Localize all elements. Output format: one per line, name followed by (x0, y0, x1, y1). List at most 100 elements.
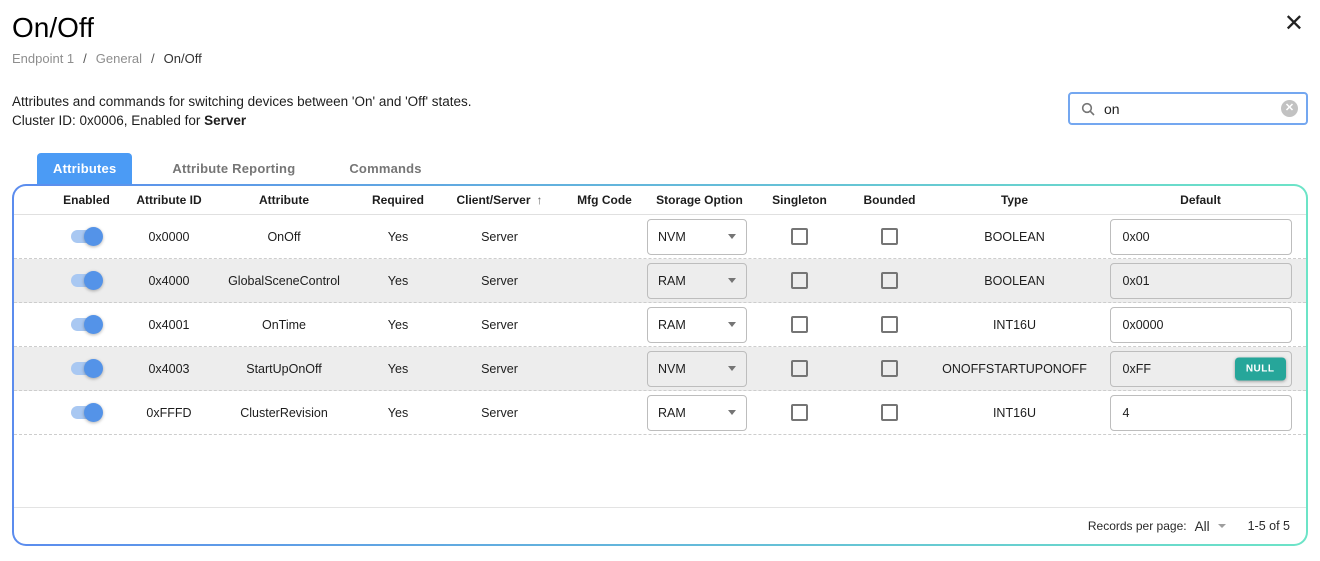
default-input[interactable]: 0xFF NULL (1110, 351, 1292, 387)
enabled-cell (44, 362, 129, 375)
storage-option-select[interactable]: NVM (647, 351, 747, 387)
tab-bar: Attributes Attribute Reporting Commands (37, 153, 436, 184)
storage-option-select[interactable]: RAM (647, 307, 747, 343)
default-input[interactable]: 0x01 (1110, 263, 1292, 299)
singleton-checkbox[interactable] (791, 360, 808, 377)
enabled-toggle[interactable] (71, 362, 97, 375)
default-input[interactable]: 0x00 (1110, 219, 1292, 255)
default-input[interactable]: 0x0000 (1110, 307, 1292, 343)
breadcrumb-current: On/Off (164, 51, 202, 66)
singleton-checkbox[interactable] (791, 272, 808, 289)
tab-attribute-reporting[interactable]: Attribute Reporting (158, 153, 309, 184)
attribute-id-cell: 0x4003 (129, 362, 209, 376)
singleton-cell (752, 316, 847, 333)
enabled-toggle[interactable] (71, 406, 97, 419)
enabled-toggle[interactable] (71, 274, 97, 287)
table-row: 0x0000 OnOff Yes Server NVM BOOLEAN 0x00 (14, 215, 1306, 259)
storage-option-value: RAM (658, 318, 686, 332)
default-cell: 0x01 (1097, 263, 1304, 299)
search-box[interactable]: ✕ (1068, 92, 1308, 125)
singleton-checkbox[interactable] (791, 228, 808, 245)
column-header-required[interactable]: Required (359, 193, 437, 207)
storage-option-value: RAM (658, 406, 686, 420)
bounded-checkbox[interactable] (881, 228, 898, 245)
singleton-cell (752, 228, 847, 245)
bounded-checkbox[interactable] (881, 316, 898, 333)
storage-option-cell: RAM (647, 307, 752, 343)
table-row: 0xFFFD ClusterRevision Yes Server RAM IN… (14, 391, 1306, 435)
default-cell: 4 (1097, 395, 1304, 431)
column-header-attribute-id[interactable]: Attribute ID (129, 193, 209, 207)
dropdown-caret-icon (728, 234, 736, 239)
attribute-id-cell: 0x4001 (129, 318, 209, 332)
column-header-singleton[interactable]: Singleton (752, 193, 847, 207)
enabled-toggle[interactable] (71, 230, 97, 243)
dropdown-caret-icon (728, 322, 736, 327)
table-body: 0x0000 OnOff Yes Server NVM BOOLEAN 0x00 (14, 215, 1306, 435)
type-cell: BOOLEAN (932, 274, 1097, 288)
breadcrumb-general[interactable]: General (96, 51, 142, 66)
bounded-cell (847, 228, 932, 245)
required-cell: Yes (359, 362, 437, 376)
attribute-id-cell: 0x0000 (129, 230, 209, 244)
attribute-name-cell: OnTime (209, 318, 359, 332)
default-input[interactable]: 4 (1110, 395, 1292, 431)
null-badge-button[interactable]: NULL (1235, 357, 1286, 380)
chevron-down-icon (1218, 524, 1226, 528)
bounded-cell (847, 316, 932, 333)
column-header-enabled[interactable]: Enabled (44, 193, 129, 207)
singleton-cell (752, 360, 847, 377)
breadcrumb-endpoint[interactable]: Endpoint 1 (12, 51, 74, 66)
cluster-enabled-role: Server (204, 113, 246, 128)
bounded-cell (847, 404, 932, 421)
sort-ascending-icon: ↑ (537, 193, 543, 207)
storage-option-select[interactable]: RAM (647, 263, 747, 299)
default-cell: 0x0000 (1097, 307, 1304, 343)
storage-option-select[interactable]: NVM (647, 219, 747, 255)
dropdown-caret-icon (728, 278, 736, 283)
column-header-storage-option[interactable]: Storage Option (647, 193, 752, 207)
clear-search-icon[interactable]: ✕ (1281, 100, 1298, 117)
default-value: 4 (1123, 406, 1130, 420)
search-input[interactable] (1104, 101, 1281, 117)
table-row: 0x4003 StartUpOnOff Yes Server NVM ONOFF… (14, 347, 1306, 391)
type-cell: ONOFFSTARTUPONOFF (932, 362, 1097, 376)
dropdown-caret-icon (728, 410, 736, 415)
tab-attributes[interactable]: Attributes (37, 153, 132, 184)
records-per-page-select[interactable]: All (1195, 519, 1226, 534)
singleton-checkbox[interactable] (791, 316, 808, 333)
client-server-cell: Server (437, 318, 562, 332)
enabled-toggle[interactable] (71, 318, 97, 331)
attribute-name-cell: OnOff (209, 230, 359, 244)
close-icon[interactable]: ✕ (1284, 12, 1304, 36)
breadcrumb-separator: / (83, 51, 87, 66)
column-header-mfg-code[interactable]: Mfg Code (562, 193, 647, 207)
column-header-client-server[interactable]: Client/Server↑ (437, 193, 562, 207)
tab-commands[interactable]: Commands (335, 153, 435, 184)
enabled-cell (44, 274, 129, 287)
bounded-checkbox[interactable] (881, 360, 898, 377)
storage-option-value: RAM (658, 274, 686, 288)
pagination-range: 1-5 of 5 (1248, 519, 1290, 533)
attribute-name-cell: GlobalSceneControl (209, 274, 359, 288)
default-cell: 0x00 (1097, 219, 1304, 255)
required-cell: Yes (359, 230, 437, 244)
page-title: On/Off (12, 12, 94, 44)
default-value: 0xFF (1123, 362, 1151, 376)
column-header-attribute[interactable]: Attribute (209, 193, 359, 207)
column-header-default[interactable]: Default (1097, 193, 1304, 207)
attribute-id-cell: 0x4000 (129, 274, 209, 288)
attributes-table-card: EnabledAttribute IDAttributeRequiredClie… (12, 184, 1308, 546)
column-header-bounded[interactable]: Bounded (847, 193, 932, 207)
required-cell: Yes (359, 318, 437, 332)
singleton-checkbox[interactable] (791, 404, 808, 421)
enabled-cell (44, 230, 129, 243)
bounded-checkbox[interactable] (881, 272, 898, 289)
breadcrumb-separator: / (151, 51, 155, 66)
storage-option-select[interactable]: RAM (647, 395, 747, 431)
storage-option-cell: NVM (647, 351, 752, 387)
cluster-info-line: Cluster ID: 0x0006, Enabled for Server (12, 111, 472, 130)
bounded-checkbox[interactable] (881, 404, 898, 421)
column-header-type[interactable]: Type (932, 193, 1097, 207)
dropdown-caret-icon (728, 366, 736, 371)
